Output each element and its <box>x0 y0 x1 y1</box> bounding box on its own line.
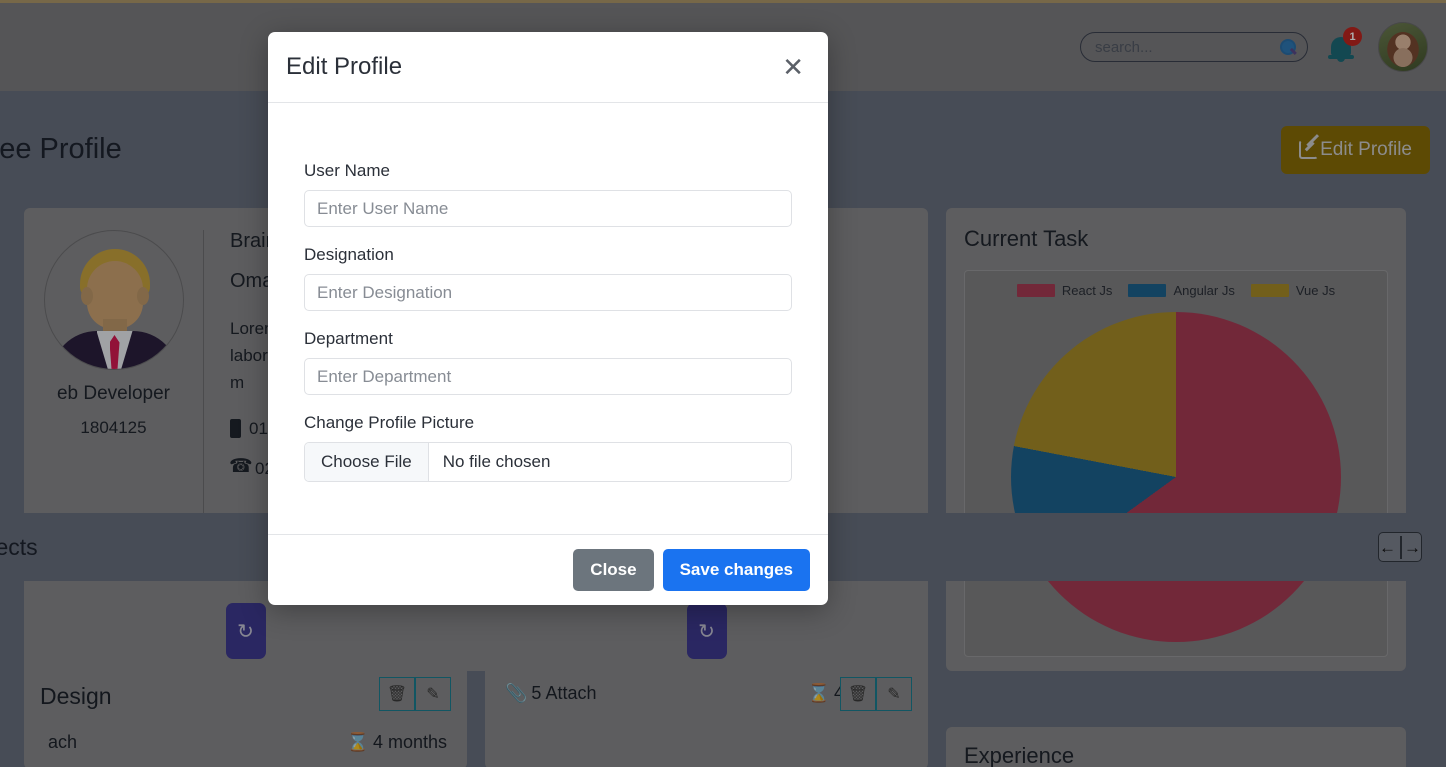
project-duration: ⌛ 4 months <box>347 732 447 753</box>
page-title: ployee Profile <box>0 133 122 165</box>
telephone-icon <box>229 455 253 478</box>
user-name-label: User Name <box>304 161 390 180</box>
legend-label: Vue Js <box>1295 283 1336 298</box>
search-icon[interactable] <box>1280 38 1297 56</box>
legend-item: Angular Js <box>1128 283 1235 298</box>
horizontal-resize-icon[interactable]: ← → <box>1378 532 1422 562</box>
designation-field-group: Designation <box>304 245 792 311</box>
projects-title: nt Projects <box>0 533 38 560</box>
profile-picture-field-group: Change Profile Picture Choose File No fi… <box>304 413 792 482</box>
search-input[interactable]: search... <box>1080 32 1308 62</box>
employee-id: 1804125 <box>80 418 147 437</box>
pencil-square-icon <box>1299 140 1319 159</box>
notification-count-badge: 1 <box>1343 27 1362 46</box>
current-task-title: Current Task <box>964 226 1089 251</box>
project-attach-label: 5 Attach <box>531 683 597 703</box>
project-attach: 📎 5 Attach <box>505 683 596 704</box>
department-input[interactable] <box>304 358 792 395</box>
mobile-phone-icon <box>230 419 241 439</box>
edit-profile-label: Edit Profile <box>1320 138 1412 160</box>
legend-swatch <box>1128 284 1167 297</box>
experience-title: Experience <box>964 743 1075 767</box>
experience-card: Experience <box>946 727 1406 767</box>
legend-swatch <box>1250 284 1289 297</box>
legend-label: Angular Js <box>1173 283 1235 298</box>
modal-footer: Close Save changes <box>268 534 828 605</box>
department-field-group: Department <box>304 329 792 395</box>
search-placeholder: search... <box>1095 38 1153 56</box>
paperclip-icon: 📎 <box>505 683 528 703</box>
user-avatar[interactable] <box>1378 22 1428 72</box>
project-card: ↻ Design 🗑 ✎ ach ⌛ 4 months <box>24 581 467 767</box>
file-status-label: No file chosen <box>442 452 551 471</box>
designation-input[interactable] <box>304 274 792 311</box>
delete-icon[interactable]: 🗑 <box>379 677 415 711</box>
modal-header: Edit Profile ✕ <box>268 32 828 103</box>
profile-picture-label: Change Profile Picture <box>304 413 475 432</box>
close-icon[interactable]: ✕ <box>776 50 810 84</box>
refresh-icon[interactable]: ↻ <box>225 603 266 659</box>
user-name-field-group: User Name <box>304 161 792 227</box>
project-duration-label: 4 months <box>372 732 447 752</box>
hourglass-icon: ⌛ <box>807 683 830 703</box>
legend-swatch <box>1016 284 1055 297</box>
project-actions: 🗑 ✎ <box>379 677 451 711</box>
pie-chart-legend: React Js Angular Js Vue Js <box>1016 283 1336 298</box>
legend-item: React Js <box>1016 283 1113 298</box>
legend-item: Vue Js <box>1250 283 1336 298</box>
delete-icon[interactable]: 🗑 <box>840 677 876 711</box>
legend-label: React Js <box>1061 283 1113 298</box>
edit-icon[interactable]: ✎ <box>415 677 451 711</box>
modal-title: Edit Profile <box>286 53 403 80</box>
department-label: Department <box>304 329 393 348</box>
arrow-left-icon: ← <box>1379 537 1396 557</box>
close-button[interactable]: Close <box>573 549 654 591</box>
project-attach-label: ach <box>48 732 78 752</box>
user-name-input[interactable] <box>304 190 792 227</box>
project-attach: ach <box>44 732 77 753</box>
employee-avatar-illustration <box>43 230 184 370</box>
arrow-right-icon: → <box>1404 537 1421 557</box>
project-actions: 🗑 ✎ <box>840 677 912 711</box>
bell-clapper-icon <box>1337 57 1345 62</box>
edit-icon[interactable]: ✎ <box>876 677 912 711</box>
edit-profile-button[interactable]: Edit Profile <box>1281 125 1430 174</box>
designation-label: Designation <box>304 245 394 264</box>
notifications-button[interactable]: 1 <box>1326 27 1362 67</box>
project-meta: ach ⌛ 4 months <box>40 732 451 753</box>
refresh-icon[interactable]: ↻ <box>686 603 727 659</box>
save-changes-button[interactable]: Save changes <box>662 549 810 591</box>
file-upload-control[interactable]: Choose File No file chosen <box>304 442 792 482</box>
project-card: ↻ 🗑 ✎ 📎 5 Attach ⌛ 4 months <box>485 581 928 767</box>
hourglass-icon: ⌛ <box>346 732 369 752</box>
modal-body: User Name Designation Department Change … <box>268 103 828 534</box>
employee-role: eb Developer <box>56 383 171 404</box>
choose-file-button[interactable]: Choose File <box>305 443 429 481</box>
edit-profile-modal: Edit Profile ✕ User Name Designation Dep… <box>268 32 828 605</box>
